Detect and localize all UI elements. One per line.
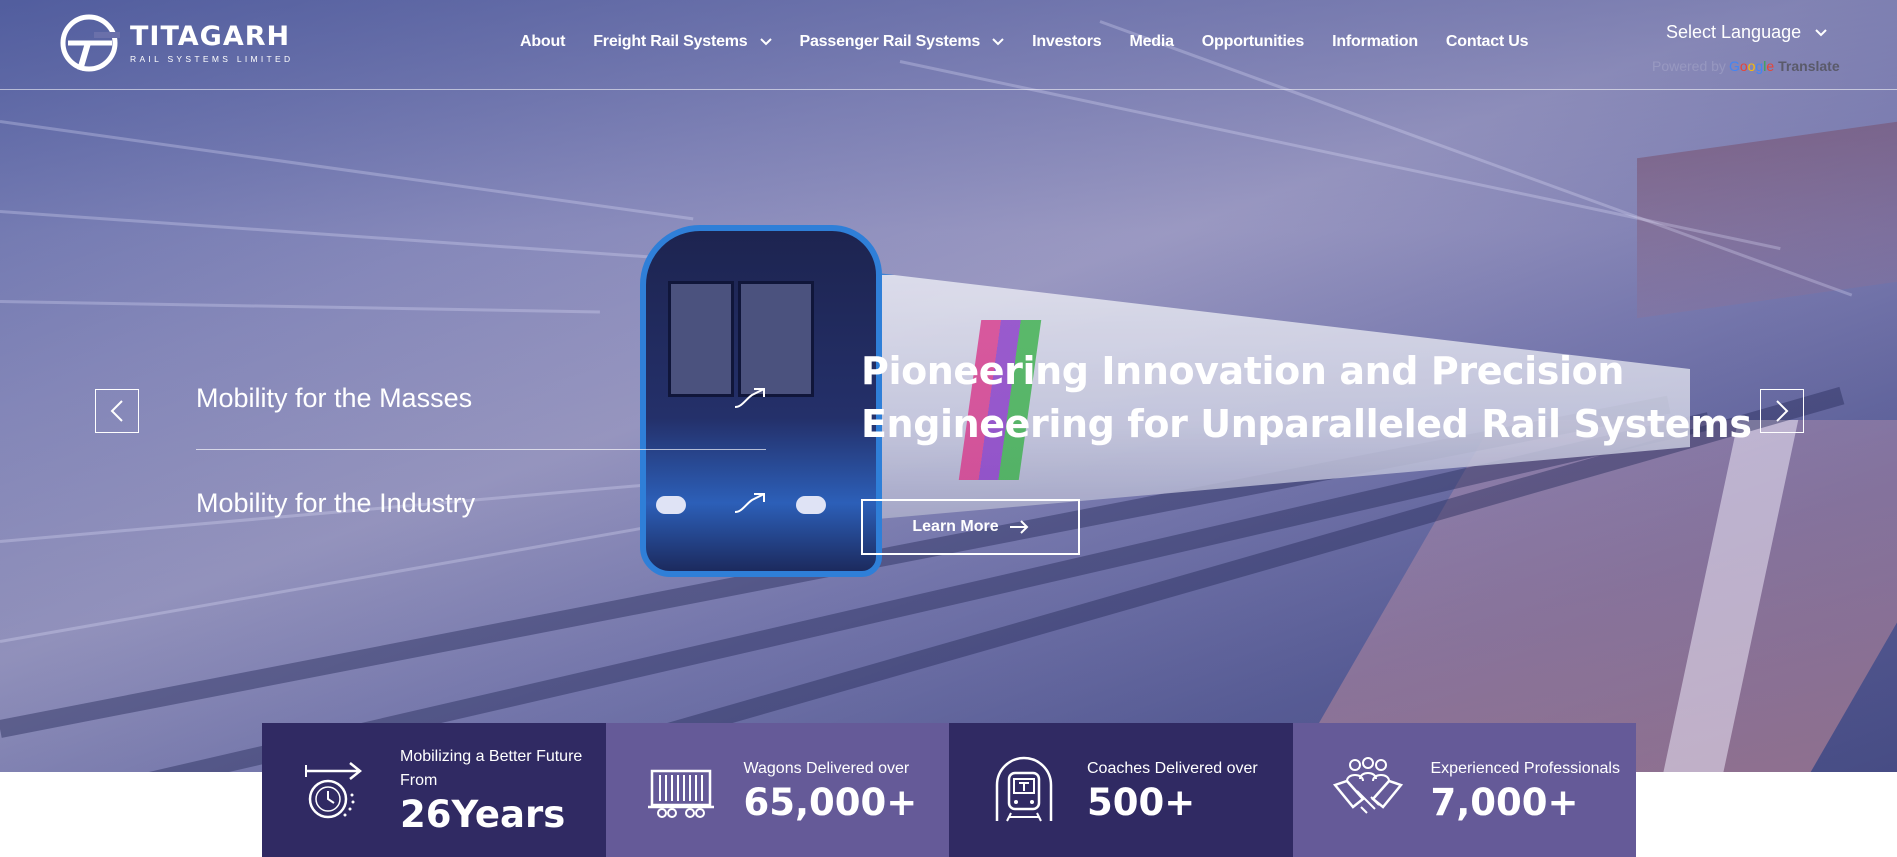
nav-passenger-label: Passenger Rail Systems xyxy=(799,33,981,50)
nav-contact-label: Contact Us xyxy=(1445,33,1529,50)
chevron-down-icon xyxy=(1815,28,1827,36)
carousel-prev-button[interactable] xyxy=(95,389,139,433)
category-divider xyxy=(196,449,766,450)
nav-freight-label: Freight Rail Systems xyxy=(593,33,748,50)
headlight xyxy=(796,496,826,514)
stat-label: Experienced Professionals xyxy=(1430,760,1620,777)
learn-more-button[interactable]: Learn More xyxy=(861,499,1080,555)
clock-arrow-icon xyxy=(305,762,363,819)
arrow-up-right-icon xyxy=(734,388,765,408)
nav-opportunities-label: Opportunities xyxy=(1201,33,1305,50)
carousel-next-button[interactable] xyxy=(1760,389,1804,433)
motion-streak xyxy=(0,120,694,221)
language-select-value: Select Language xyxy=(1666,22,1802,42)
stat-label: Wagons Delivered over xyxy=(743,760,910,777)
nav-media-label: Media xyxy=(1129,33,1174,50)
nav-investors-label: Investors xyxy=(1032,33,1102,50)
stats-bar: Mobilizing a Better Future From 26Years … xyxy=(262,723,1636,857)
chevron-down-icon xyxy=(992,38,1004,46)
wagon-icon xyxy=(647,769,714,818)
arrow-right-icon xyxy=(1009,520,1029,534)
nav-contact-us[interactable]: Contact Us xyxy=(1445,33,1529,51)
category-label: Mobility for the Industry xyxy=(196,487,476,518)
category-label: Mobility for the Masses xyxy=(196,382,473,413)
powered-by-text: Powered by xyxy=(1652,58,1726,74)
hero-headline: Pioneering Innovation and Precision Engi… xyxy=(861,349,1752,446)
stat-years: Mobilizing a Better Future From 26Years xyxy=(262,723,606,857)
nav-investors[interactable]: Investors xyxy=(1032,33,1102,51)
stat-value: 26Years xyxy=(400,793,566,836)
main-nav: About Freight Rail Systems Passenger Rai… xyxy=(520,33,1556,51)
nav-information[interactable]: Information xyxy=(1332,33,1418,51)
brand-name: TITAGARH xyxy=(130,20,291,52)
chevron-down-icon xyxy=(759,38,772,46)
learn-more-label: Learn More xyxy=(912,518,999,535)
chevron-left-icon xyxy=(110,400,123,422)
stat-value: 65,000+ xyxy=(743,781,918,824)
nav-media[interactable]: Media xyxy=(1129,33,1174,51)
metro-coach-icon xyxy=(995,756,1053,822)
brand-logo[interactable]: TITAGARH RAIL SYSTEMS LIMITED xyxy=(58,12,293,74)
stat-professionals: Experienced Professionals 7,000+ xyxy=(1292,723,1636,857)
nav-freight-rail-systems[interactable]: Freight Rail Systems xyxy=(593,33,772,51)
translate-text: Translate xyxy=(1778,58,1840,74)
google-translate-attribution[interactable]: Powered by Google Translate xyxy=(1652,58,1840,74)
titagarh-logo-icon xyxy=(60,14,120,72)
motion-streak xyxy=(0,300,600,314)
stat-value: 500+ xyxy=(1087,781,1196,824)
site-header: TITAGARH RAIL SYSTEMS LIMITED About Frei… xyxy=(0,0,1897,90)
stat-label: Mobilizing a Better Future From xyxy=(400,748,583,789)
google-logo: Google xyxy=(1728,58,1775,74)
motion-streak xyxy=(0,210,649,259)
language-select[interactable]: Select Language xyxy=(1666,22,1827,43)
chevron-right-icon xyxy=(1776,400,1789,422)
arrow-up-right-icon xyxy=(734,493,765,513)
stat-value: 7,000+ xyxy=(1430,781,1579,824)
nav-opportunities[interactable]: Opportunities xyxy=(1202,33,1304,51)
handshake-people-icon xyxy=(1332,757,1403,814)
nav-information-label: Information xyxy=(1332,33,1418,50)
category-mobility-masses[interactable]: Mobility for the Masses xyxy=(196,368,766,428)
nav-about[interactable]: About xyxy=(520,33,565,51)
stat-wagons: Wagons Delivered over 65,000+ xyxy=(605,723,949,857)
category-mobility-industry[interactable]: Mobility for the Industry xyxy=(196,473,766,533)
brand-tagline: RAIL SYSTEMS LIMITED xyxy=(130,53,294,64)
stat-coaches: Coaches Delivered over 500+ xyxy=(949,723,1293,857)
nav-about-label: About xyxy=(520,33,566,50)
nav-passenger-rail-systems[interactable]: Passenger Rail Systems xyxy=(800,33,1005,51)
stat-label: Coaches Delivered over xyxy=(1087,760,1258,777)
